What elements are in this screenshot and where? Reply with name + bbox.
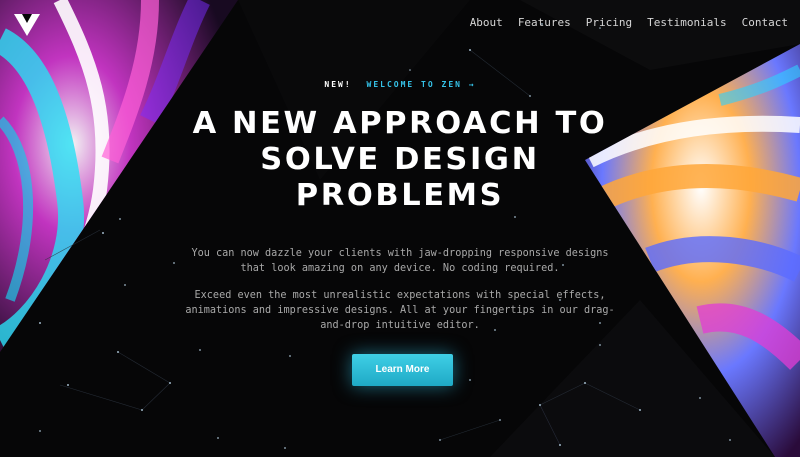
landing-page: About Features Pricing Testimonials Cont… [0, 0, 800, 457]
hero-paragraph-1: You can now dazzle your clients with jaw… [191, 248, 609, 274]
badge-new-label: NEW! [324, 80, 352, 89]
hero-headline: A NEW APPROACH TO SOLVE DESIGN PROBLEMS [192, 106, 608, 213]
learn-more-button[interactable]: Learn More [352, 354, 453, 386]
welcome-link[interactable]: WELCOME TO ZEN → [367, 80, 476, 89]
hero-section: NEW! WELCOME TO ZEN → A NEW APPROACH TO … [0, 0, 800, 457]
announcement-badge: NEW! WELCOME TO ZEN → [0, 80, 800, 89]
hero-paragraph-2: Exceed even the most unrealistic expecta… [185, 290, 615, 331]
